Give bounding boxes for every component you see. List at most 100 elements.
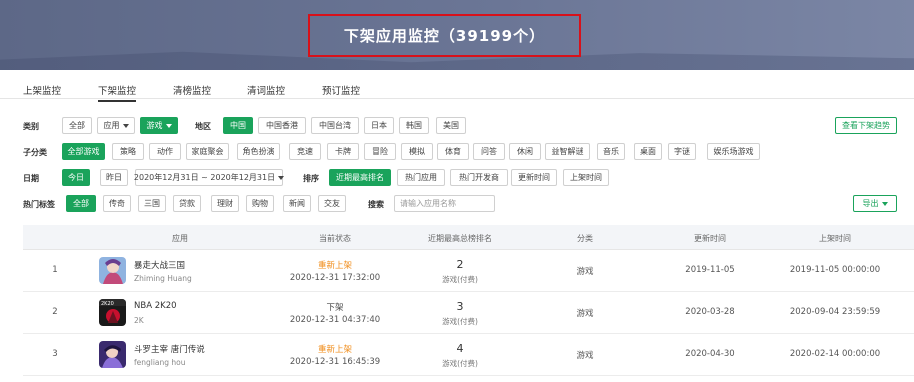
tab-listing[interactable]: 上架监控: [23, 83, 61, 97]
subcategory-sports[interactable]: 体育: [437, 143, 469, 160]
sort-listing-time[interactable]: 上架时间: [563, 169, 609, 186]
date-today-button[interactable]: 今日: [62, 169, 90, 186]
rank-value: 4: [456, 342, 464, 355]
hot-tag-finance[interactable]: 理财: [211, 195, 239, 212]
app-search-input[interactable]: 请输入应用名称: [394, 195, 495, 212]
category-game-label: 游戏: [146, 121, 163, 130]
region-taiwan-button[interactable]: 中国台湾: [311, 117, 359, 134]
sort-hot-developers[interactable]: 热门开发商: [450, 169, 508, 186]
app-name[interactable]: NBA 2K20: [134, 301, 177, 311]
listed-value: 2020-09-04 23:59:59: [789, 307, 881, 317]
sort-update-time[interactable]: 更新时间: [511, 169, 557, 186]
subcategory-word[interactable]: 字谜: [668, 143, 696, 160]
status-time: 2020-12-31 17:32:00: [289, 273, 381, 283]
hot-tag-shopping[interactable]: 购物: [246, 195, 274, 212]
filter-row-date: 日期 今日 昨日 2020年12月31日 ~ 2020年12月31日 排序 近期…: [0, 169, 914, 187]
subcategory-racing[interactable]: 竞速: [289, 143, 321, 160]
date-range-value: 2020年12月31日 ~ 2020年12月31日: [133, 173, 276, 182]
region-hongkong-button[interactable]: 中国香港: [258, 117, 306, 134]
search-label: 搜索: [368, 200, 384, 209]
rank-value: 2: [456, 258, 464, 271]
subcategory-board[interactable]: 桌面: [634, 143, 662, 160]
header-rank: 近期最高总榜排名: [428, 234, 492, 243]
table-header: 应用 当前状态 近期最高总榜排名 分类 更新时间 上架时间: [23, 225, 914, 250]
hot-tag-legend[interactable]: 传奇: [103, 195, 131, 212]
row-index: 3: [52, 349, 58, 359]
chevron-down-icon: [165, 123, 172, 128]
region-china-button[interactable]: 中国: [223, 117, 253, 134]
date-yesterday-button[interactable]: 昨日: [100, 169, 128, 186]
hot-tag-loan[interactable]: 贷款: [173, 195, 201, 212]
header-status: 当前状态: [319, 234, 351, 243]
subcategory-adventure[interactable]: 冒险: [364, 143, 396, 160]
tab-keyword-clear[interactable]: 清词监控: [247, 83, 285, 97]
subcategory-trivia[interactable]: 问答: [473, 143, 505, 160]
filter-row-hot-tags: 热门标签 全部 传奇 三国 贷款 理财 购物 新闻 交友 搜索 请输入应用名称 …: [0, 195, 914, 213]
tab-delisting[interactable]: 下架监控: [98, 83, 137, 102]
filter-row-category: 类别 全部 应用 游戏 地区 中国 中国香港 中国台湾 日本 韩国 美国 查看下…: [0, 117, 914, 135]
tab-preorder[interactable]: 预订监控: [322, 83, 360, 97]
listed-value: 2019-11-05 00:00:00: [789, 265, 881, 275]
table-row[interactable]: 3 斗罗主宰 唐门传说 fengliang hou 重新上架 2020-12-3…: [23, 334, 914, 376]
delisted-apps-table: 应用 当前状态 近期最高总榜排名 分类 更新时间 上架时间 1 暴走大战三国 Z…: [23, 225, 914, 382]
chevron-down-icon: [122, 123, 129, 128]
view-delisting-trend-button[interactable]: 查看下架趋势: [835, 117, 897, 134]
subcategory-casual[interactable]: 休闲: [509, 143, 541, 160]
status-badge: 重新上架: [317, 261, 353, 271]
region-japan-button[interactable]: 日本: [364, 117, 394, 134]
app-developer: 2K: [134, 316, 144, 325]
svg-text:2K20: 2K20: [101, 301, 114, 307]
category-game-dropdown[interactable]: 游戏: [140, 117, 178, 134]
export-dropdown[interactable]: 导出: [853, 195, 897, 212]
sort-hot-apps[interactable]: 热门应用: [397, 169, 445, 186]
subcategory-family[interactable]: 家庭聚会: [186, 143, 229, 160]
page-banner: 下架应用监控（39199个）: [0, 0, 914, 70]
category-app-label: 应用: [103, 121, 120, 130]
subcategory-rpg[interactable]: 角色扮演: [237, 143, 280, 160]
subcategory-label: 子分类: [23, 148, 47, 157]
hot-tag-all[interactable]: 全部: [66, 195, 96, 212]
updated-value: 2019-11-05: [685, 265, 735, 275]
app-name[interactable]: 斗罗主宰 唐门传说: [134, 343, 205, 355]
hot-tag-social[interactable]: 交友: [318, 195, 346, 212]
game-icon-sanguo[interactable]: [99, 257, 126, 284]
category-value: 游戏: [576, 309, 594, 319]
sort-highest-rank[interactable]: 近期最高排名: [329, 169, 391, 186]
subcategory-casino[interactable]: 娱乐场游戏: [707, 143, 760, 160]
listed-value: 2020-02-14 00:00:00: [789, 349, 881, 359]
subcategory-puzzle[interactable]: 益智解谜: [545, 143, 590, 160]
row-index: 2: [52, 307, 58, 317]
header-app: 应用: [172, 234, 188, 243]
updated-value: 2020-04-30: [685, 349, 735, 359]
region-label: 地区: [195, 122, 211, 131]
rank-chart: 游戏(付费): [442, 359, 478, 368]
hot-tag-news[interactable]: 新闻: [283, 195, 311, 212]
region-usa-button[interactable]: 美国: [436, 117, 466, 134]
subcategory-action[interactable]: 动作: [149, 143, 181, 160]
subcategory-all-games[interactable]: 全部游戏: [62, 143, 105, 160]
region-korea-button[interactable]: 韩国: [399, 117, 429, 134]
table-row[interactable]: 1 暴走大战三国 Zhiming Huang 重新上架 2020-12-31 1…: [23, 250, 914, 292]
updated-value: 2020-03-28: [685, 307, 735, 317]
status-time: 2020-12-31 16:45:39: [289, 357, 381, 367]
rank-value: 3: [456, 300, 464, 313]
category-app-dropdown[interactable]: 应用: [97, 117, 135, 134]
row-index: 1: [52, 265, 58, 275]
category-value: 游戏: [576, 351, 594, 361]
tab-chart-clear[interactable]: 清榜监控: [173, 83, 211, 97]
subcategory-card[interactable]: 卡牌: [327, 143, 359, 160]
game-icon-nba[interactable]: 2K20: [99, 299, 126, 326]
subcategory-music[interactable]: 音乐: [597, 143, 625, 160]
subcategory-strategy[interactable]: 策略: [112, 143, 144, 160]
date-range-picker[interactable]: 2020年12月31日 ~ 2020年12月31日: [133, 169, 285, 186]
hot-tag-three-kingdoms[interactable]: 三国: [138, 195, 166, 212]
app-developer: fengliang hou: [134, 358, 186, 367]
app-name[interactable]: 暴走大战三国: [134, 259, 185, 271]
category-all-button[interactable]: 全部: [62, 117, 92, 134]
table-row[interactable]: 2 2K20 NBA 2K20 2K 下架 2020-12-31 04:37:4…: [23, 292, 914, 334]
chevron-down-icon: [881, 201, 888, 206]
category-value: 游戏: [576, 267, 594, 277]
game-icon-douluo[interactable]: [99, 341, 126, 368]
monitor-tabs: 上架监控 下架监控 清榜监控 清词监控 预订监控: [0, 78, 914, 102]
subcategory-simulation[interactable]: 模拟: [401, 143, 433, 160]
